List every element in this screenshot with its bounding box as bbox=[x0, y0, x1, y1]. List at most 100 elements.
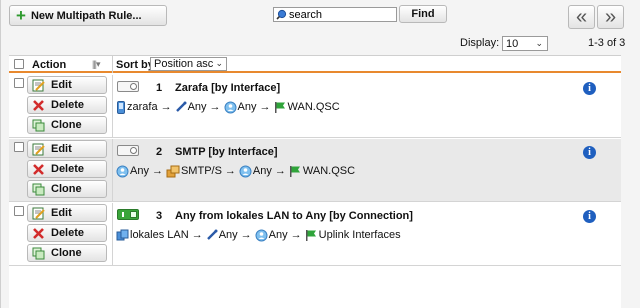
chevron-down-icon: ⌄ bbox=[215, 58, 223, 68]
delete-label: Delete bbox=[51, 227, 85, 239]
delete-button[interactable]: Delete bbox=[27, 224, 107, 242]
table-row: Edit Delete Clone 3 Any from lokales LAN… bbox=[9, 203, 621, 266]
find-button[interactable]: Find bbox=[399, 5, 447, 23]
globe-user-icon bbox=[116, 165, 129, 177]
find-label: Find bbox=[411, 8, 435, 20]
globe-user-icon bbox=[224, 101, 237, 113]
chevrons-right-icon: » bbox=[604, 5, 617, 28]
rules-table: Action |||▾ Sort by: Position asc ⌄ Edit… bbox=[9, 55, 621, 308]
display-count-select[interactable]: 10 ⌄ bbox=[502, 36, 548, 51]
header-divider bbox=[112, 56, 113, 73]
network-icon bbox=[116, 229, 129, 240]
edit-label: Edit bbox=[51, 79, 72, 91]
flow-arrow: → bbox=[209, 101, 221, 113]
flow-arrow: → bbox=[290, 229, 302, 241]
action-column-header: Action bbox=[32, 59, 67, 71]
rule-gateway: WAN.QSC bbox=[287, 101, 340, 113]
edit-label: Edit bbox=[51, 207, 72, 219]
edit-icon bbox=[32, 143, 45, 156]
table-row: Edit Delete Clone 2 SMTP [by Interface] … bbox=[9, 139, 621, 202]
sort-select[interactable]: Position asc ⌄ bbox=[150, 57, 227, 71]
flag-icon bbox=[274, 101, 285, 113]
table-header: Action |||▾ Sort by: Position asc ⌄ bbox=[9, 56, 621, 73]
delete-button[interactable]: Delete bbox=[27, 160, 107, 178]
info-icon[interactable]: i bbox=[583, 210, 596, 223]
previous-page-button[interactable]: « bbox=[568, 5, 595, 29]
delete-icon bbox=[32, 99, 45, 112]
flow-arrow: → bbox=[259, 101, 271, 113]
rule-source: Any bbox=[130, 165, 149, 177]
rule-number: 2 bbox=[156, 146, 163, 158]
row-divider bbox=[112, 203, 113, 266]
edit-label: Edit bbox=[51, 143, 72, 155]
flag-icon bbox=[289, 165, 300, 177]
rule-service: Any bbox=[187, 101, 207, 113]
services-group-icon bbox=[166, 165, 180, 177]
flow-arrow: → bbox=[240, 229, 252, 241]
search-input[interactable] bbox=[287, 8, 391, 21]
clone-label: Clone bbox=[51, 247, 82, 259]
service-icon bbox=[206, 229, 218, 240]
delete-label: Delete bbox=[51, 163, 85, 175]
globe-user-icon bbox=[239, 165, 252, 177]
clone-button[interactable]: Clone bbox=[27, 180, 107, 198]
rule-toggle-disabled[interactable] bbox=[117, 81, 139, 92]
select-all-checkbox[interactable] bbox=[14, 59, 24, 69]
phone-icon bbox=[117, 100, 125, 114]
plus-icon: + bbox=[16, 6, 26, 25]
delete-icon bbox=[32, 163, 45, 176]
row-divider bbox=[112, 139, 113, 202]
chevron-down-icon: ⌄ bbox=[535, 38, 543, 48]
clone-icon bbox=[32, 183, 45, 196]
edit-button[interactable]: Edit bbox=[27, 140, 107, 158]
clone-label: Clone bbox=[51, 119, 82, 131]
flow-arrow: → bbox=[274, 165, 286, 177]
edit-button[interactable]: Edit bbox=[27, 204, 107, 222]
service-icon bbox=[175, 101, 187, 112]
rule-number: 1 bbox=[156, 82, 163, 94]
rule-source: lokales LAN bbox=[130, 229, 189, 241]
rule-name: Zarafa [by Interface] bbox=[175, 82, 281, 94]
flag-icon bbox=[305, 229, 316, 241]
info-icon[interactable]: i bbox=[583, 82, 596, 95]
rule-name: Any from lokales LAN to Any [by Connecti… bbox=[175, 210, 413, 222]
new-multipath-rule-button[interactable]: + New Multipath Rule... bbox=[9, 5, 167, 26]
clone-icon bbox=[32, 247, 45, 260]
edit-button[interactable]: Edit bbox=[27, 76, 107, 94]
rule-number: 3 bbox=[156, 210, 163, 222]
rule-gateway: Uplink Interfaces bbox=[318, 229, 401, 241]
rule-destination: Any bbox=[268, 229, 288, 241]
rule-service: Any bbox=[218, 229, 238, 241]
rule-name: SMTP [by Interface] bbox=[175, 146, 278, 158]
clone-button[interactable]: Clone bbox=[27, 244, 107, 262]
delete-label: Delete bbox=[51, 99, 85, 111]
delete-icon bbox=[32, 227, 45, 240]
rule-toggle-enabled[interactable] bbox=[117, 209, 139, 220]
new-rule-label: New Multipath Rule... bbox=[30, 9, 142, 22]
rule-destination: Any bbox=[237, 101, 257, 113]
row-checkbox[interactable] bbox=[14, 78, 24, 88]
rule-flow: Any → SMTP/S → Any → WAN.QSC bbox=[116, 164, 358, 178]
flow-arrow: → bbox=[224, 165, 236, 177]
flow-arrow: → bbox=[151, 165, 163, 177]
clone-button[interactable]: Clone bbox=[27, 116, 107, 134]
info-icon[interactable]: i bbox=[583, 146, 596, 159]
column-options-icon[interactable]: |||▾ bbox=[92, 59, 100, 70]
search-icon bbox=[276, 9, 287, 20]
search-box[interactable] bbox=[273, 7, 397, 22]
delete-button[interactable]: Delete bbox=[27, 96, 107, 114]
rule-destination: Any bbox=[252, 165, 272, 177]
rule-toggle-disabled[interactable] bbox=[117, 145, 139, 156]
sort-value: Position asc bbox=[154, 58, 214, 70]
rule-service: SMTP/S bbox=[180, 165, 222, 177]
globe-user-icon bbox=[255, 229, 268, 241]
display-count-value: 10 bbox=[506, 37, 519, 50]
pagination-bar: Display: 10 ⌄ 1-3 of 3 bbox=[0, 36, 640, 52]
row-checkbox[interactable] bbox=[14, 142, 24, 152]
next-page-button[interactable]: » bbox=[597, 5, 624, 29]
clone-icon bbox=[32, 119, 45, 132]
edit-icon bbox=[32, 79, 45, 92]
rule-flow: lokales LAN → Any → Any → Uplink Interfa… bbox=[116, 228, 404, 242]
row-checkbox[interactable] bbox=[14, 206, 24, 216]
table-row: Edit Delete Clone 1 Zarafa [by Interface… bbox=[9, 75, 621, 138]
